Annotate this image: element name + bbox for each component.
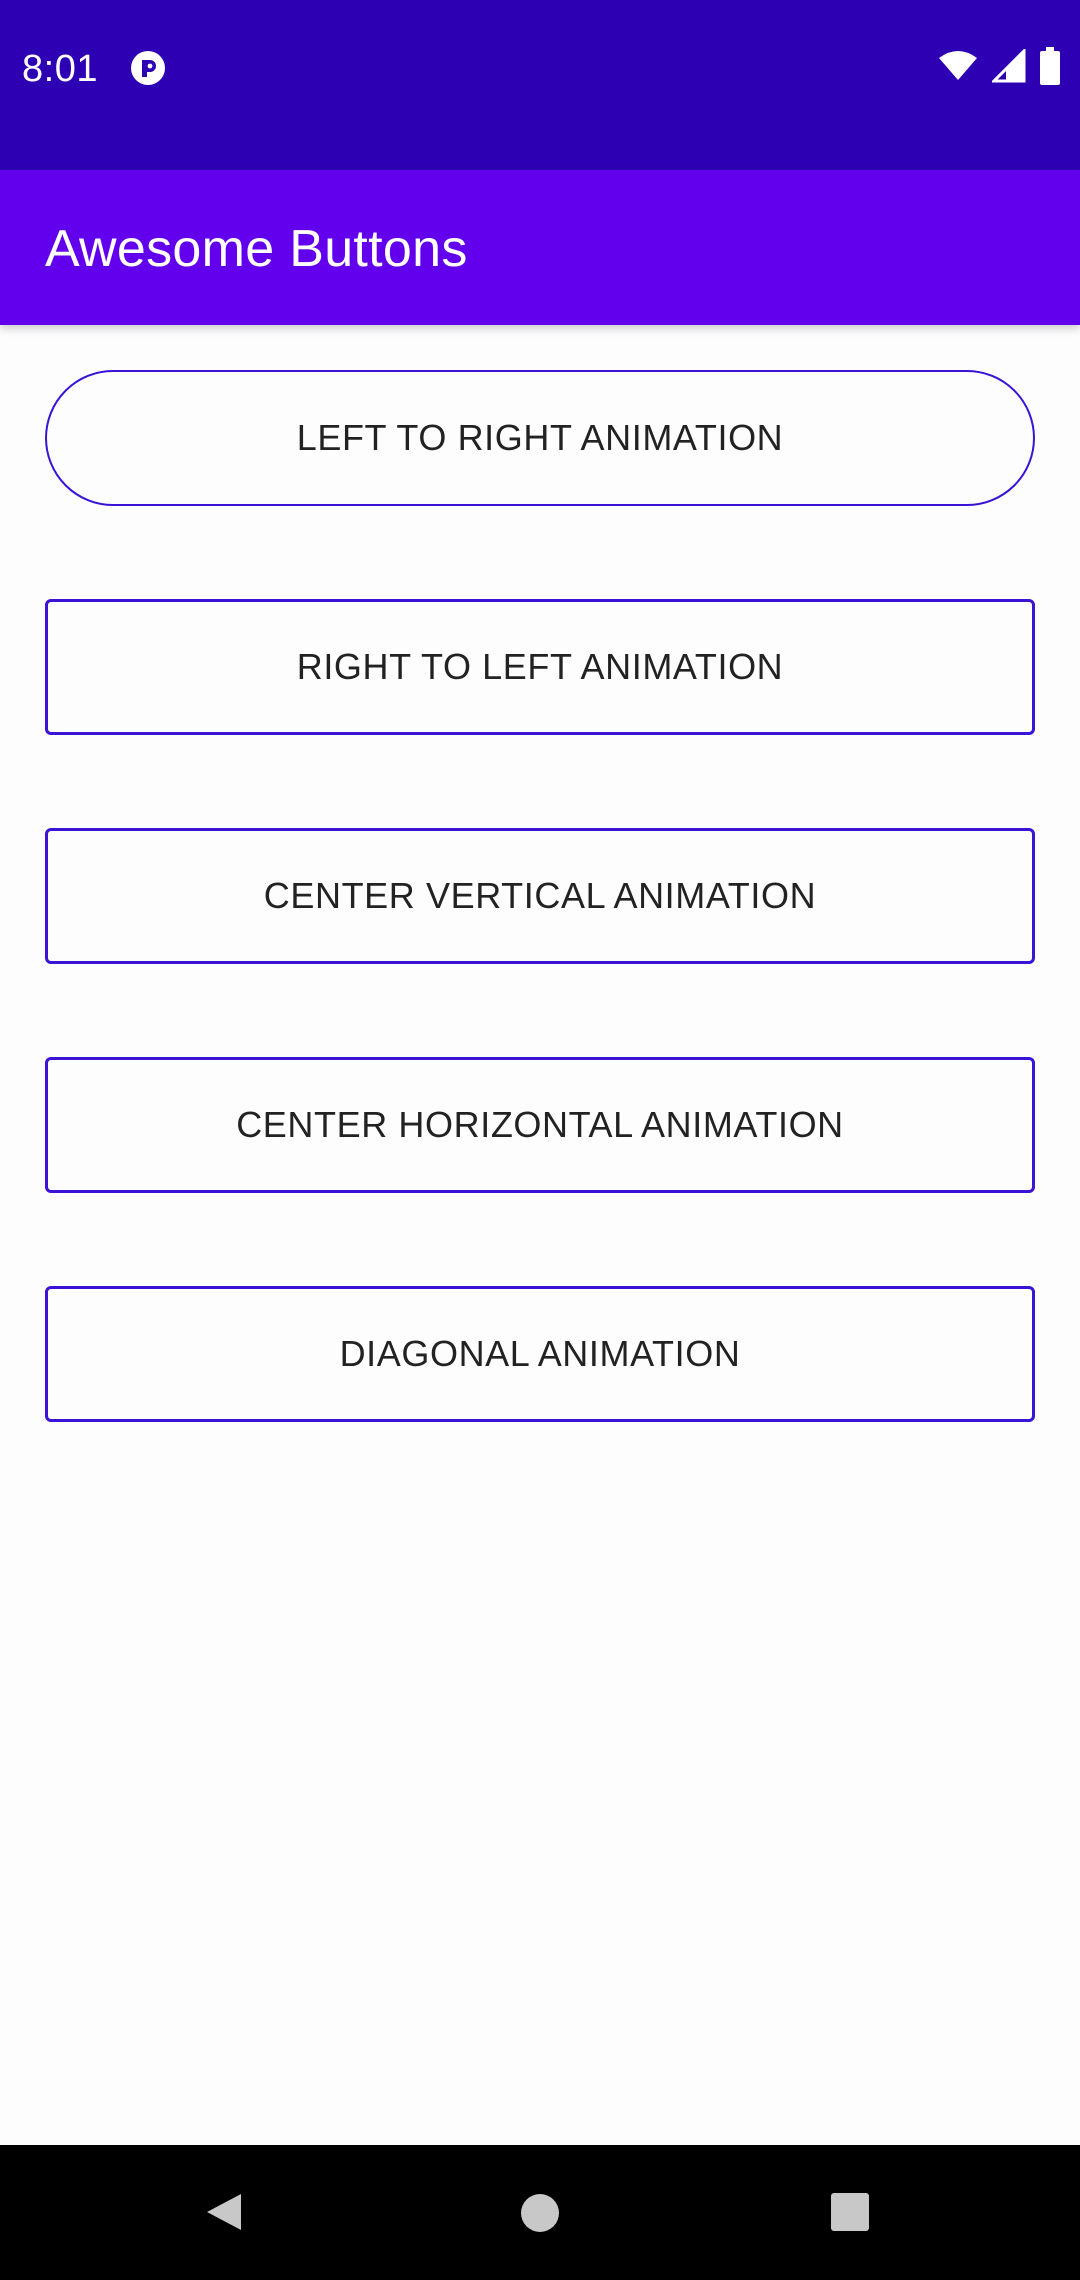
right-to-left-animation-button[interactable]: RIGHT TO LEFT ANIMATION: [45, 599, 1035, 735]
center-horizontal-animation-button[interactable]: CENTER HORIZONTAL ANIMATION: [45, 1057, 1035, 1193]
battery-icon: [1040, 46, 1060, 90]
status-bar: 8:01: [0, 0, 1080, 170]
center-vertical-animation-button[interactable]: CENTER VERTICAL ANIMATION: [45, 828, 1035, 964]
status-time: 8:01: [22, 48, 98, 90]
button-label: LEFT TO RIGHT ANIMATION: [296, 417, 784, 458]
screen: 8:01 Awesome Buttons LEFT TO RIGHT ANIMA…: [0, 0, 1080, 2280]
navigation-bar: [0, 2145, 1080, 2280]
status-icons: [938, 46, 1060, 90]
app-title: Awesome Buttons: [45, 220, 468, 278]
cellular-signal-icon: [990, 46, 1026, 88]
button-label: CENTER VERTICAL ANIMATION: [263, 875, 817, 916]
home-icon[interactable]: [521, 2194, 559, 2232]
app-notification-icon: [130, 50, 166, 86]
diagonal-animation-button[interactable]: DIAGONAL ANIMATION: [45, 1286, 1035, 1422]
button-label: DIAGONAL ANIMATION: [339, 1333, 741, 1374]
left-to-right-animation-button[interactable]: LEFT TO RIGHT ANIMATION: [45, 370, 1035, 506]
button-label: CENTER HORIZONTAL ANIMATION: [236, 1104, 844, 1145]
button-list: LEFT TO RIGHT ANIMATION RIGHT TO LEFT AN…: [0, 325, 1080, 2145]
recents-icon[interactable]: [831, 2193, 869, 2231]
button-label: RIGHT TO LEFT ANIMATION: [296, 646, 784, 687]
app-bar: Awesome Buttons: [0, 170, 1080, 325]
wifi-icon: [938, 50, 978, 87]
back-icon[interactable]: [203, 2191, 245, 2233]
